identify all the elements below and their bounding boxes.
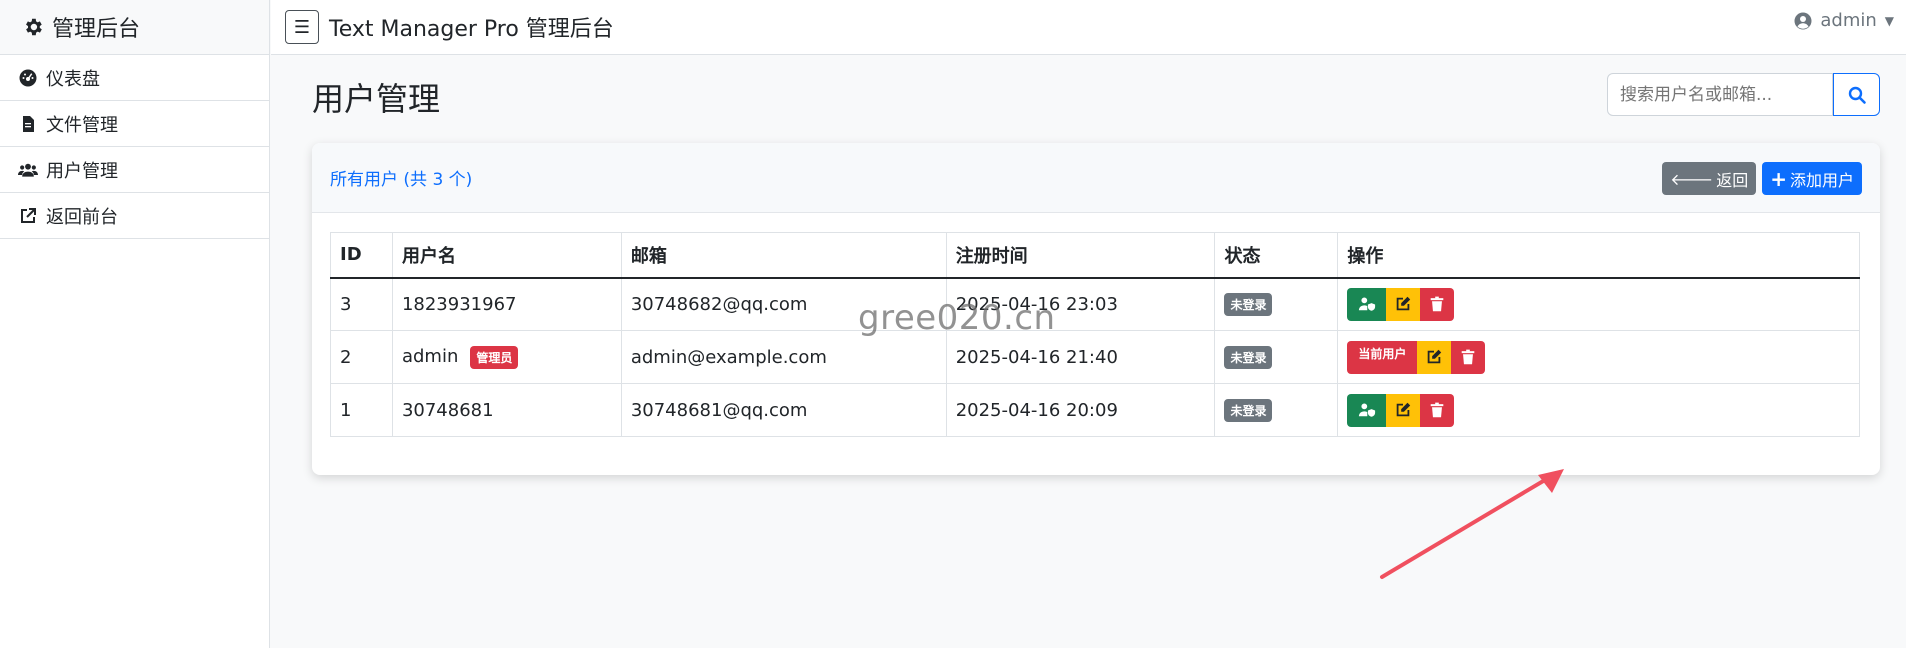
users-icon — [18, 163, 38, 177]
user-name: admin — [1820, 10, 1877, 31]
search-button[interactable] — [1833, 73, 1880, 116]
cell-status: 未登录 — [1214, 277, 1339, 331]
dashboard-icon — [19, 69, 37, 86]
back-label: 返回 — [1716, 170, 1749, 190]
delete-button[interactable] — [1451, 340, 1486, 374]
column-header: 操作 — [1337, 232, 1860, 279]
username-text: admin — [401, 345, 459, 367]
sidebar-item-users[interactable]: 用户管理 — [0, 147, 269, 193]
cell-actions: 当前用户 — [1337, 330, 1860, 384]
column-header: 注册时间 — [945, 232, 1216, 279]
cell-username: 30748681 — [391, 383, 622, 437]
trash-icon — [1431, 402, 1444, 418]
delete-button[interactable] — [1420, 393, 1455, 427]
users-card: 所有用户 (共 3 个) 🡐 返回 + 添加用户 ID 用户名 邮箱 注册时间 … — [312, 143, 1880, 475]
cell-id: 2 — [330, 330, 393, 384]
cell-actions — [1337, 383, 1860, 437]
search-form — [1607, 73, 1880, 116]
brand-label: 管理后台 — [52, 17, 141, 42]
sidebar-item-files[interactable]: 文件管理 — [0, 101, 269, 147]
column-header: 状态 — [1214, 232, 1339, 279]
table-row: 3 1823931967 30748682@qq.com 2025-04-16 … — [330, 277, 1860, 331]
sidebar-toggle-button[interactable]: ☰ — [285, 10, 319, 44]
table-row: 1 30748681 30748681@qq.com 2025-04-16 20… — [330, 383, 1860, 437]
trash-icon — [1462, 349, 1475, 365]
column-header: 用户名 — [391, 232, 622, 279]
cell-id: 1 — [330, 383, 393, 437]
cell-status: 未登录 — [1214, 330, 1339, 384]
search-input[interactable] — [1607, 73, 1833, 116]
users-table: ID 用户名 邮箱 注册时间 状态 操作 3 1823931967 307486… — [330, 232, 1860, 437]
sidebar-item-label: 文件管理 — [46, 114, 118, 136]
arrow-left-icon: 🡐 — [1670, 169, 1714, 189]
add-label: 添加用户 — [1789, 170, 1854, 190]
menu-icon: ☰ — [293, 16, 311, 38]
file-icon — [23, 115, 34, 132]
current-user-badge: 当前用户 — [1347, 340, 1418, 374]
user-shield-icon — [1358, 297, 1375, 311]
edit-icon — [1397, 402, 1411, 417]
annotation-arrow — [1380, 469, 1564, 579]
status-badge: 未登录 — [1224, 292, 1273, 316]
cell-actions — [1337, 277, 1860, 331]
column-header: 邮箱 — [620, 232, 947, 279]
chevron-down-icon: ▼ — [1884, 13, 1894, 28]
sidebar-brand[interactable]: 管理后台 — [0, 0, 269, 55]
cell-email: 30748681@qq.com — [620, 383, 947, 437]
sidebar-item-dashboard[interactable]: 仪表盘 — [0, 55, 269, 101]
cell-username: admin 管理员 — [391, 330, 622, 384]
top-navbar: ☰ Text Manager Pro 管理后台 admin ▼ — [271, 0, 1906, 55]
cell-registered: 2025-04-16 20:09 — [945, 383, 1216, 437]
card-title: 所有用户 (共 3 个) — [330, 170, 473, 190]
back-button[interactable]: 🡐 返回 — [1662, 162, 1757, 195]
page-title: 用户管理 — [312, 80, 441, 118]
status-badge: 未登录 — [1224, 398, 1273, 422]
sidebar-item-label: 仪表盘 — [46, 68, 100, 90]
status-badge: 未登录 — [1224, 345, 1273, 369]
cell-id: 3 — [330, 277, 393, 331]
edit-button[interactable] — [1417, 340, 1452, 374]
plus-icon: + — [1770, 166, 1787, 191]
edit-icon — [1397, 297, 1411, 311]
sidebar-item-label: 用户管理 — [46, 160, 118, 182]
set-admin-button[interactable] — [1347, 393, 1387, 427]
admin-badge: 管理员 — [470, 345, 519, 369]
watermark: gree020.cn — [858, 298, 1056, 338]
delete-button[interactable] — [1420, 287, 1455, 321]
edit-button[interactable] — [1386, 393, 1421, 427]
user-circle-icon — [1794, 12, 1812, 29]
sidebar: 管理后台 仪表盘 文件管理 用户管理 返回前台 — [0, 0, 270, 648]
edit-button[interactable] — [1386, 287, 1421, 321]
search-icon — [1848, 86, 1866, 104]
card-header: 所有用户 (共 3 个) 🡐 返回 + 添加用户 — [312, 143, 1880, 213]
external-link-icon — [21, 207, 36, 223]
cell-email: admin@example.com — [620, 330, 947, 384]
table-header-row: ID 用户名 邮箱 注册时间 状态 操作 — [330, 232, 1860, 279]
cell-username: 1823931967 — [391, 277, 622, 331]
set-admin-button[interactable] — [1347, 287, 1387, 321]
user-dropdown[interactable]: admin ▼ — [1793, 10, 1894, 31]
sidebar-item-label: 返回前台 — [46, 206, 118, 228]
table-row: 2 admin 管理员 admin@example.com 2025-04-16 … — [330, 330, 1860, 384]
edit-icon — [1428, 349, 1442, 364]
cell-registered: 2025-04-16 21:40 — [945, 330, 1216, 384]
app-title: Text Manager Pro 管理后台 — [329, 17, 614, 42]
cell-status: 未登录 — [1214, 383, 1339, 437]
column-header: ID — [330, 232, 393, 279]
user-shield-icon — [1358, 403, 1375, 417]
sidebar-item-frontend[interactable]: 返回前台 — [0, 193, 269, 239]
add-user-button[interactable]: + 添加用户 — [1762, 162, 1862, 195]
trash-icon — [1431, 296, 1444, 312]
gear-icon — [26, 18, 42, 36]
